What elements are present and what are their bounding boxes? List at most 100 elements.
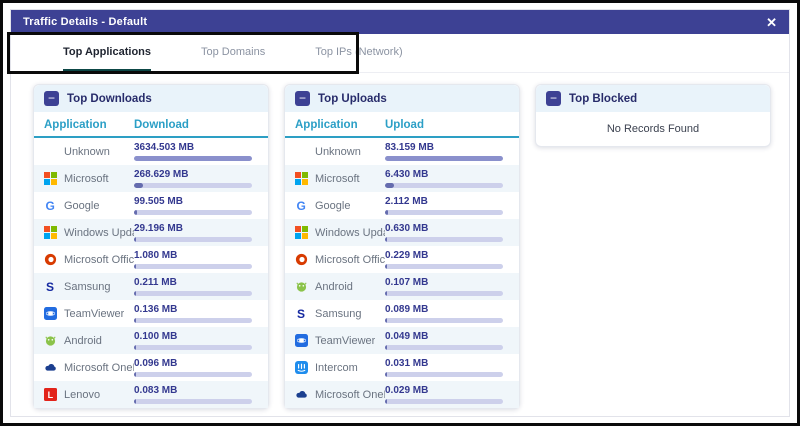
usage-bar	[385, 291, 503, 296]
usage-bar	[385, 156, 503, 161]
application-name: Microsoft Office	[315, 254, 385, 266]
close-icon[interactable]: ✕	[766, 16, 777, 29]
metric-cell: 0.136 MB	[134, 304, 258, 323]
usage-bar	[385, 183, 503, 188]
application-name: Windows Update	[315, 227, 385, 239]
onedrive-icon	[295, 388, 308, 401]
metric-value: 0.089 MB	[385, 304, 509, 316]
application-cell: Android	[295, 280, 385, 293]
svg-text:L: L	[48, 390, 54, 400]
traffic-details-dialog: Traffic Details - Default ✕ Top Applicat…	[10, 9, 790, 417]
windows-update-icon	[295, 226, 308, 239]
table-row: Microsoft OneDrive0.029 MB	[285, 381, 519, 408]
tab-top-applications[interactable]: Top Applications	[63, 34, 151, 72]
tab-top-ips-network[interactable]: Top IPs (Network)	[315, 34, 402, 72]
application-name: Windows Update	[64, 227, 134, 239]
table-row: Microsoft 268.629 MB	[34, 165, 268, 192]
table-row: Android0.107 MB	[285, 273, 519, 300]
google-icon: G	[295, 199, 308, 212]
application-name: Google	[315, 200, 350, 212]
application-name: Samsung	[64, 281, 110, 293]
usage-bar-fill	[134, 345, 136, 350]
application-name: TeamViewer	[315, 335, 375, 347]
table-row: TeamViewer 0.136 MB	[34, 300, 268, 327]
microsoft-icon	[295, 172, 308, 185]
table-row: Microsoft Office0.229 MB	[285, 246, 519, 273]
application-name: TeamViewer	[64, 308, 124, 320]
usage-bar-fill	[134, 372, 136, 377]
collapse-icon[interactable]: −	[295, 91, 310, 106]
metric-value: 0.083 MB	[134, 385, 258, 397]
metric-cell: 0.031 MB	[385, 358, 509, 377]
metric-cell: 83.159 MB	[385, 142, 509, 161]
usage-bar	[385, 237, 503, 242]
samsung-icon: S	[295, 307, 308, 320]
table-row: S Samsung 0.211 MB	[34, 273, 268, 300]
collapse-icon[interactable]: −	[546, 91, 561, 106]
microsoft-office-icon	[44, 253, 57, 266]
table-row: GGoogle99.505 MB	[34, 192, 268, 219]
android-icon	[44, 334, 57, 347]
top-blocked-panel: − Top Blocked No Records Found	[535, 84, 771, 147]
metric-value: 0.100 MB	[134, 331, 258, 343]
application-cell: Intercom	[295, 361, 385, 374]
usage-bar	[385, 372, 503, 377]
column-header-download: Download	[134, 119, 258, 131]
intercom-icon	[295, 361, 308, 374]
column-headers: Application Upload	[285, 112, 519, 138]
usage-bar	[385, 264, 503, 269]
table-row: Microsoft OneDrive0.096 MB	[34, 354, 268, 381]
usage-bar-fill	[134, 318, 136, 323]
usage-bar	[385, 210, 503, 215]
application-cell: G Google	[295, 199, 385, 212]
usage-bar-fill	[134, 291, 136, 296]
application-cell: TeamViewer	[295, 334, 385, 347]
application-cell: GGoogle	[44, 199, 134, 212]
table-row: TeamViewer0.049 MB	[285, 327, 519, 354]
metric-cell: 2.112 MB	[385, 196, 509, 215]
android-icon	[295, 280, 308, 293]
metric-cell: 0.229 MB	[385, 250, 509, 269]
table-row: G Google 2.112 MB	[285, 192, 519, 219]
application-name: Microsoft	[64, 173, 109, 185]
metric-cell: 268.629 MB	[134, 169, 258, 188]
usage-bar-fill	[385, 156, 503, 161]
no-records-message: No Records Found	[536, 112, 770, 146]
application-cell: Microsoft	[295, 172, 385, 185]
metric-cell: 0.096 MB	[134, 358, 258, 377]
panel-title: Top Blocked	[569, 93, 637, 105]
table-row: Microsoft Office1.080 MB	[34, 246, 268, 273]
svg-text:G: G	[297, 199, 306, 212]
metric-cell: 3634.503 MB	[134, 142, 258, 161]
metric-value: 0.096 MB	[134, 358, 258, 370]
metric-cell: 0.089 MB	[385, 304, 509, 323]
application-cell: S Samsung	[295, 307, 385, 320]
usage-bar	[385, 399, 503, 404]
application-name: Samsung	[315, 308, 361, 320]
collapse-icon[interactable]: −	[44, 91, 59, 106]
lenovo-icon: L	[44, 388, 57, 401]
tab-top-domains[interactable]: Top Domains	[201, 34, 265, 72]
annotation-highlight-box	[7, 32, 359, 74]
usage-bar	[134, 156, 252, 161]
application-name: Microsoft Office	[64, 254, 134, 266]
table-row: Windows Update29.196 MB	[34, 219, 268, 246]
application-cell: Unknown	[44, 145, 134, 158]
usage-bar	[385, 318, 503, 323]
usage-bar	[134, 318, 252, 323]
application-cell: Microsoft OneDrive	[44, 361, 134, 374]
usage-bar-fill	[385, 318, 387, 323]
usage-bar-fill	[385, 183, 394, 188]
panel-title: Top Uploads	[318, 93, 387, 105]
svg-text:S: S	[297, 307, 305, 320]
dialog-header: Traffic Details - Default ✕	[11, 10, 789, 34]
metric-cell: 0.100 MB	[134, 331, 258, 350]
application-cell: Unknown	[295, 145, 385, 158]
metric-value: 0.211 MB	[134, 277, 258, 289]
metric-value: 0.031 MB	[385, 358, 509, 370]
panel-header: − Top Uploads	[285, 85, 519, 112]
metric-value: 99.505 MB	[134, 196, 258, 208]
application-name: Unknown	[64, 146, 110, 158]
microsoft-office-icon	[295, 253, 308, 266]
samsung-icon: S	[44, 280, 57, 293]
